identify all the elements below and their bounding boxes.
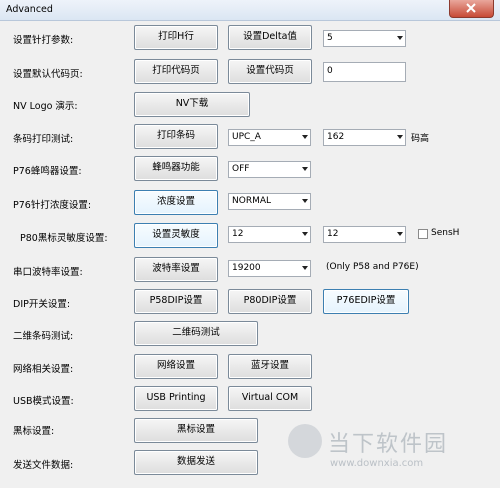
barcode-height-unit: 码高 — [411, 134, 430, 144]
barcode-height-value: 162 — [327, 132, 345, 142]
print-barcode-button[interactable]: 打印条码 — [134, 124, 218, 149]
nv-logo-label: NV Logo 演示: — [13, 101, 78, 112]
print-codepage-button[interactable]: 打印代码页 — [134, 59, 218, 84]
chevron-down-icon — [302, 266, 308, 270]
p76-density-label: P76针打浓度设置: — [13, 200, 92, 211]
sensitivity-a-value: 12 — [232, 229, 244, 239]
baud-rate-label: 串口波特率设置: — [13, 267, 83, 278]
buzzer-function-button[interactable]: 蜂鸣器功能 — [134, 156, 218, 181]
black-mark-setting-button[interactable]: 黑标设置 — [134, 418, 258, 443]
usb-mode-label: USB模式设置: — [13, 396, 74, 407]
dip-switch-label: DIP开关设置: — [13, 299, 71, 310]
sensitivity-b-value: 12 — [327, 229, 339, 239]
baud-setting-button[interactable]: 波特率设置 — [134, 257, 218, 282]
watermark-logo-icon — [288, 424, 322, 458]
sensh-checkbox[interactable] — [418, 229, 428, 239]
chevron-down-icon — [302, 167, 308, 171]
chevron-down-icon — [397, 232, 403, 236]
codepage-input[interactable]: 0 — [323, 62, 406, 82]
sensh-label: SensH — [431, 228, 460, 238]
data-send-button[interactable]: 数据发送 — [134, 450, 258, 475]
delta-select[interactable]: 5 — [323, 30, 406, 47]
density-select[interactable]: NORMAL — [228, 193, 311, 210]
virtual-com-button[interactable]: Virtual COM — [228, 386, 312, 411]
baud-note: (Only P58 and P76E) — [326, 262, 419, 272]
settings-panel: 设置针打参数: 打印H行 设置Delta值 5 设置默认代码页: 打印代码页 设… — [0, 21, 500, 488]
sensitivity-select-b[interactable]: 12 — [323, 226, 406, 243]
window-title: Advanced — [6, 4, 53, 15]
network-label: 网络相关设置: — [13, 364, 74, 375]
barcode-type-value: UPC_A — [232, 132, 261, 142]
pin-params-label: 设置针打参数: — [13, 35, 74, 46]
watermark: 当下软件园 www.downxia.com — [288, 420, 488, 480]
set-codepage-button[interactable]: 设置代码页 — [228, 59, 312, 84]
p80-black-mark-label: P80黑标灵敏度设置: — [20, 233, 108, 244]
delta-select-value: 5 — [327, 33, 333, 43]
qr-test-button[interactable]: 二维码测试 — [134, 321, 258, 346]
density-setting-button[interactable]: 浓度设置 — [134, 190, 218, 215]
bluetooth-setting-button[interactable]: 蓝牙设置 — [228, 354, 312, 379]
chevron-down-icon — [397, 36, 403, 40]
black-mark-label: 黑标设置: — [13, 426, 55, 437]
network-setting-button[interactable]: 网络设置 — [134, 354, 218, 379]
title-bar: Advanced — [0, 0, 500, 21]
close-icon — [466, 3, 476, 13]
chevron-down-icon — [302, 199, 308, 203]
p80-dip-button[interactable]: P80DIP设置 — [228, 289, 312, 314]
barcode-height-select[interactable]: 162 — [323, 129, 406, 146]
watermark-url: www.downxia.com — [330, 458, 424, 469]
default-codepage-label: 设置默认代码页: — [13, 69, 83, 80]
buzzer-select-value: OFF — [232, 164, 250, 174]
barcode-type-select[interactable]: UPC_A — [228, 129, 311, 146]
buzzer-select[interactable]: OFF — [228, 161, 311, 178]
watermark-brand: 当下软件园 — [328, 432, 449, 457]
sensitivity-select-a[interactable]: 12 — [228, 226, 311, 243]
usb-printing-button[interactable]: USB Printing — [134, 386, 218, 411]
qr-test-label: 二维条码测试: — [13, 331, 74, 342]
set-sensitivity-button[interactable]: 设置灵敏度 — [134, 223, 218, 248]
nv-download-button[interactable]: NV下载 — [134, 92, 250, 117]
baud-select-value: 19200 — [232, 263, 261, 273]
set-delta-button[interactable]: 设置Delta值 — [228, 25, 312, 50]
p58-dip-button[interactable]: P58DIP设置 — [134, 289, 218, 314]
p76e-dip-button[interactable]: P76EDIP设置 — [323, 289, 409, 314]
density-select-value: NORMAL — [232, 196, 272, 206]
chevron-down-icon — [302, 232, 308, 236]
chevron-down-icon — [397, 135, 403, 139]
close-button[interactable] — [449, 0, 494, 18]
chevron-down-icon — [302, 135, 308, 139]
send-file-label: 发送文件数据: — [13, 460, 74, 471]
print-h-line-button[interactable]: 打印H行 — [134, 25, 218, 50]
p76-buzzer-label: P76蜂鸣器设置: — [13, 166, 82, 177]
barcode-test-label: 条码打印测试: — [13, 134, 74, 145]
baud-select[interactable]: 19200 — [228, 260, 311, 277]
